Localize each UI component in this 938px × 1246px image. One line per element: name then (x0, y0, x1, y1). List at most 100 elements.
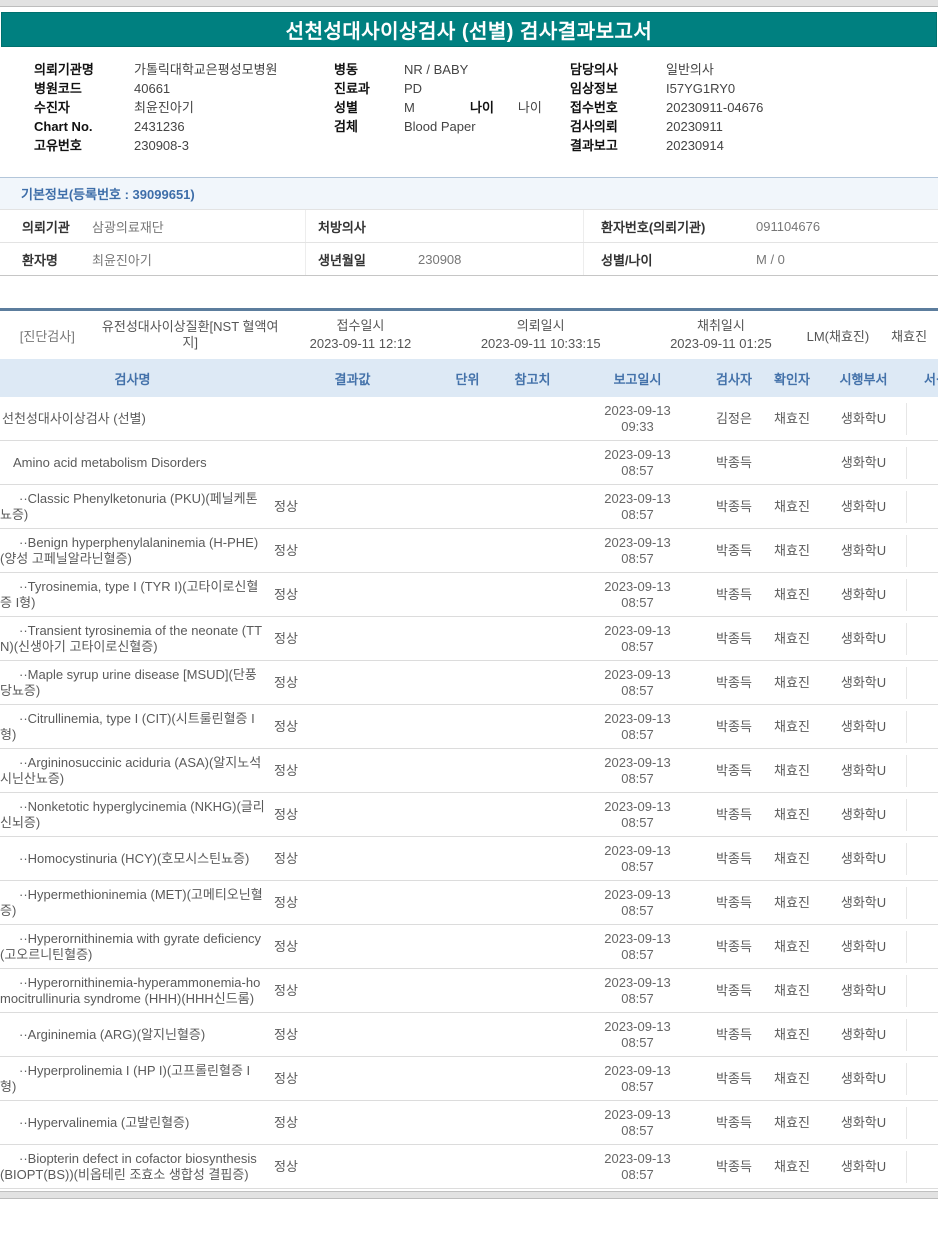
tester-cell: 박종득 (716, 1070, 752, 1086)
info-value: 20230911-04676 (666, 100, 764, 115)
info-value: 20230911 (666, 119, 723, 134)
report-time: 08:57 (621, 770, 654, 786)
report-time: 08:57 (621, 990, 654, 1006)
page-title: 선천성대사이상검사 (선별) 검사결과보고서 (285, 21, 653, 43)
info-row: 고유번호 230908-3 (34, 136, 334, 155)
test-name-cell: ··Transient tyrosinemia of the neonate (… (0, 622, 263, 654)
result-cell: 정상 (274, 938, 298, 954)
form-cell (906, 578, 938, 611)
department-cell: 생화학U (840, 1114, 887, 1130)
department-cell: 생화학U (840, 1158, 887, 1174)
test-name-cell: ··Hypervalinemia (고발린혈증) (19, 1114, 190, 1130)
test-name-cell: ··Benign hyperphenylalaninemia (H-PHE)(양… (0, 534, 259, 566)
report-datetime-cell: 2023-09-13 08:57 (570, 447, 705, 479)
results-header-row: 검사명 결과값 단위 참고치 보고일시 검사자 확인자 시행부서 서식 (0, 359, 938, 397)
info-value: 가톨릭대학교은평성모병원 (134, 62, 278, 77)
info-row: 병동 NR / BABY (334, 60, 570, 79)
bottom-horizontal-scrollbar[interactable] (0, 1191, 938, 1199)
field-value: 최윤진아기 (92, 252, 152, 268)
report-date: 2023-09-13 (604, 754, 671, 770)
report-time: 08:57 (621, 814, 654, 830)
report-datetime-cell: 2023-09-13 08:57 (570, 975, 705, 1007)
result-cell: 정상 (274, 982, 298, 998)
info-label: 담당의사 (570, 62, 618, 77)
tester-cell: 박종득 (716, 498, 752, 514)
field-label: 처방의사 (318, 219, 366, 235)
confirmer-cell: 채효진 (774, 586, 810, 602)
table-row: ··Hypervalinemia (고발린혈증) 정상 2023-09-13 0… (0, 1101, 938, 1145)
patient-info-col1: 의뢰기관명 가톨릭대학교은평성모병원 병원코드 40661 수진자 최윤진아기 Cha… (34, 60, 334, 155)
order-test-group: 유전성대사이상질환[NST 혈액여지] (101, 319, 279, 350)
header-unit: 단위 (455, 371, 480, 387)
info-value: Blood Paper (404, 119, 476, 134)
department-cell: 생화학U (840, 850, 887, 866)
order-collected-datetime: 채취일시 2023-09-11 01:25 (646, 317, 795, 353)
field-prescribing-doctor: 처방의사 (305, 210, 583, 242)
report-time: 08:57 (621, 462, 654, 478)
info-row: 접수번호 20230911-04676 (570, 98, 938, 117)
confirmer-cell: 채효진 (774, 718, 810, 734)
info-row: 검체 Blood Paper (334, 117, 570, 136)
form-cell (906, 842, 938, 875)
report-time: 08:57 (621, 1034, 654, 1050)
result-cell: 정상 (274, 630, 298, 646)
results-table-body: 선천성대사이상검사 (선별) 2023-09-13 09:33 김정은 채효진 … (0, 397, 938, 1189)
info-value: I57YG1RY0 (666, 81, 736, 96)
header-report-datetime: 보고일시 (613, 371, 662, 387)
report-datetime-cell: 2023-09-13 08:57 (570, 535, 705, 567)
test-name-cell: ··Maple syrup urine disease [MSUD](단풍당뇨증… (0, 666, 257, 698)
department-cell: 생화학U (840, 806, 887, 822)
test-name-cell: ··Tyrosinemia, type I (TYR I)(고타이로신혈증 I형… (0, 578, 259, 610)
result-cell: 정상 (274, 498, 298, 514)
result-cell: 정상 (274, 1026, 298, 1042)
info-label: 병동 (334, 62, 358, 77)
report-datetime-cell: 2023-09-13 08:57 (570, 755, 705, 787)
table-row: ··Argininosuccinic aciduria (ASA)(알지노석시닌… (0, 749, 938, 793)
order-dt-value: 2023-09-11 01:25 (670, 336, 772, 351)
report-date: 2023-09-13 (604, 1018, 671, 1034)
report-time: 09:33 (621, 418, 654, 434)
confirmer-cell: 채효진 (774, 542, 810, 558)
confirmer-cell: 채효진 (774, 1026, 810, 1042)
field-label: 성별/나이 (601, 252, 653, 268)
result-cell: 정상 (274, 894, 298, 910)
department-cell: 생화학U (840, 630, 887, 646)
order-requested-datetime: 의뢰일시 2023-09-11 10:33:15 (435, 317, 646, 353)
order-dt-value: 2023-09-11 10:33:15 (480, 336, 601, 351)
info-row: 진료과 PD (334, 79, 570, 98)
info-label: 수진자 (34, 100, 70, 115)
tester-cell: 박종득 (716, 806, 752, 822)
report-datetime-cell: 2023-09-13 08:57 (570, 843, 705, 875)
confirmer-cell: 채효진 (774, 762, 810, 778)
table-row: ··Nonketotic hyperglycinemia (NKHG)(글리신뇌… (0, 793, 938, 837)
table-row: Amino acid metabolism Disorders 2023-09-… (0, 441, 938, 485)
field-requesting-org: 의뢰기관 삼광의료재단 (0, 210, 305, 242)
info-row: Chart No. 2431236 (34, 117, 334, 136)
report-time: 08:57 (621, 550, 654, 566)
tester-cell: 박종득 (716, 674, 752, 690)
result-cell: 정상 (274, 1070, 298, 1086)
report-datetime-cell: 2023-09-13 08:57 (570, 1063, 705, 1095)
department-cell: 생화학U (840, 410, 887, 426)
info-label: 검체 (334, 119, 358, 134)
department-cell: 생화학U (840, 894, 887, 910)
info-label: 고유번호 (34, 138, 82, 153)
report-date: 2023-09-13 (604, 490, 671, 506)
report-datetime-cell: 2023-09-13 08:57 (570, 1151, 705, 1183)
report-time: 08:57 (621, 506, 654, 522)
info-extra-label: 나이 (470, 100, 494, 115)
info-label: Chart No. (34, 119, 93, 134)
top-horizontal-scrollbar[interactable] (0, 0, 938, 7)
report-date: 2023-09-13 (604, 842, 671, 858)
info-row: 결과보고 20230914 (570, 136, 938, 155)
header-tester: 검사자 (716, 371, 752, 387)
form-cell (906, 402, 938, 435)
form-cell (906, 1062, 938, 1095)
confirmer-cell: 채효진 (774, 806, 810, 822)
table-row: ··Maple syrup urine disease [MSUD](단풍당뇨증… (0, 661, 938, 705)
order-received-datetime: 접수일시 2023-09-11 12:12 (286, 317, 435, 353)
info-row: 의뢰기관명 가톨릭대학교은평성모병원 (34, 60, 334, 79)
department-cell: 생화학U (840, 982, 887, 998)
table-row: 선천성대사이상검사 (선별) 2023-09-13 09:33 김정은 채효진 … (0, 397, 938, 441)
form-cell (906, 446, 938, 479)
